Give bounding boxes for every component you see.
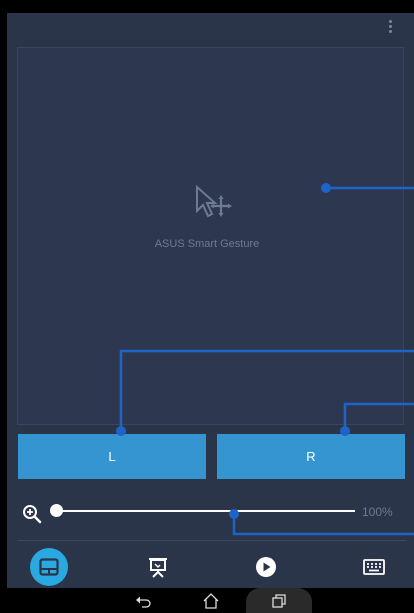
right-click-button[interactable]: R [217,434,405,479]
nav-back-button[interactable] [128,588,158,613]
zoom-in-icon [23,505,42,524]
zoom-slider-track[interactable] [55,510,355,512]
tab-media[interactable] [248,548,284,586]
nav-recent-button[interactable] [246,588,312,613]
zoom-value: 100% [362,505,393,519]
play-icon [256,557,276,577]
tab-presentation[interactable] [140,548,176,586]
tab-keyboard[interactable] [356,548,392,586]
touchpad-label: ASUS Smart Gesture [154,238,260,250]
keyboard-icon [363,559,385,575]
left-click-button[interactable]: L [18,434,206,479]
nav-home-button[interactable] [196,588,226,613]
divider [18,540,406,541]
touchpad-area[interactable] [17,47,404,425]
more-vert-icon[interactable] [385,20,395,38]
recent-apps-icon [272,593,286,608]
home-icon [203,592,219,609]
tab-touchpad[interactable] [30,548,68,586]
back-icon [136,596,151,608]
zoom-slider-thumb[interactable] [50,504,63,517]
cursor-move-icon [196,185,232,218]
touchpad-icon [39,558,59,576]
presentation-icon [149,558,167,578]
system-nav-bar [0,588,414,613]
